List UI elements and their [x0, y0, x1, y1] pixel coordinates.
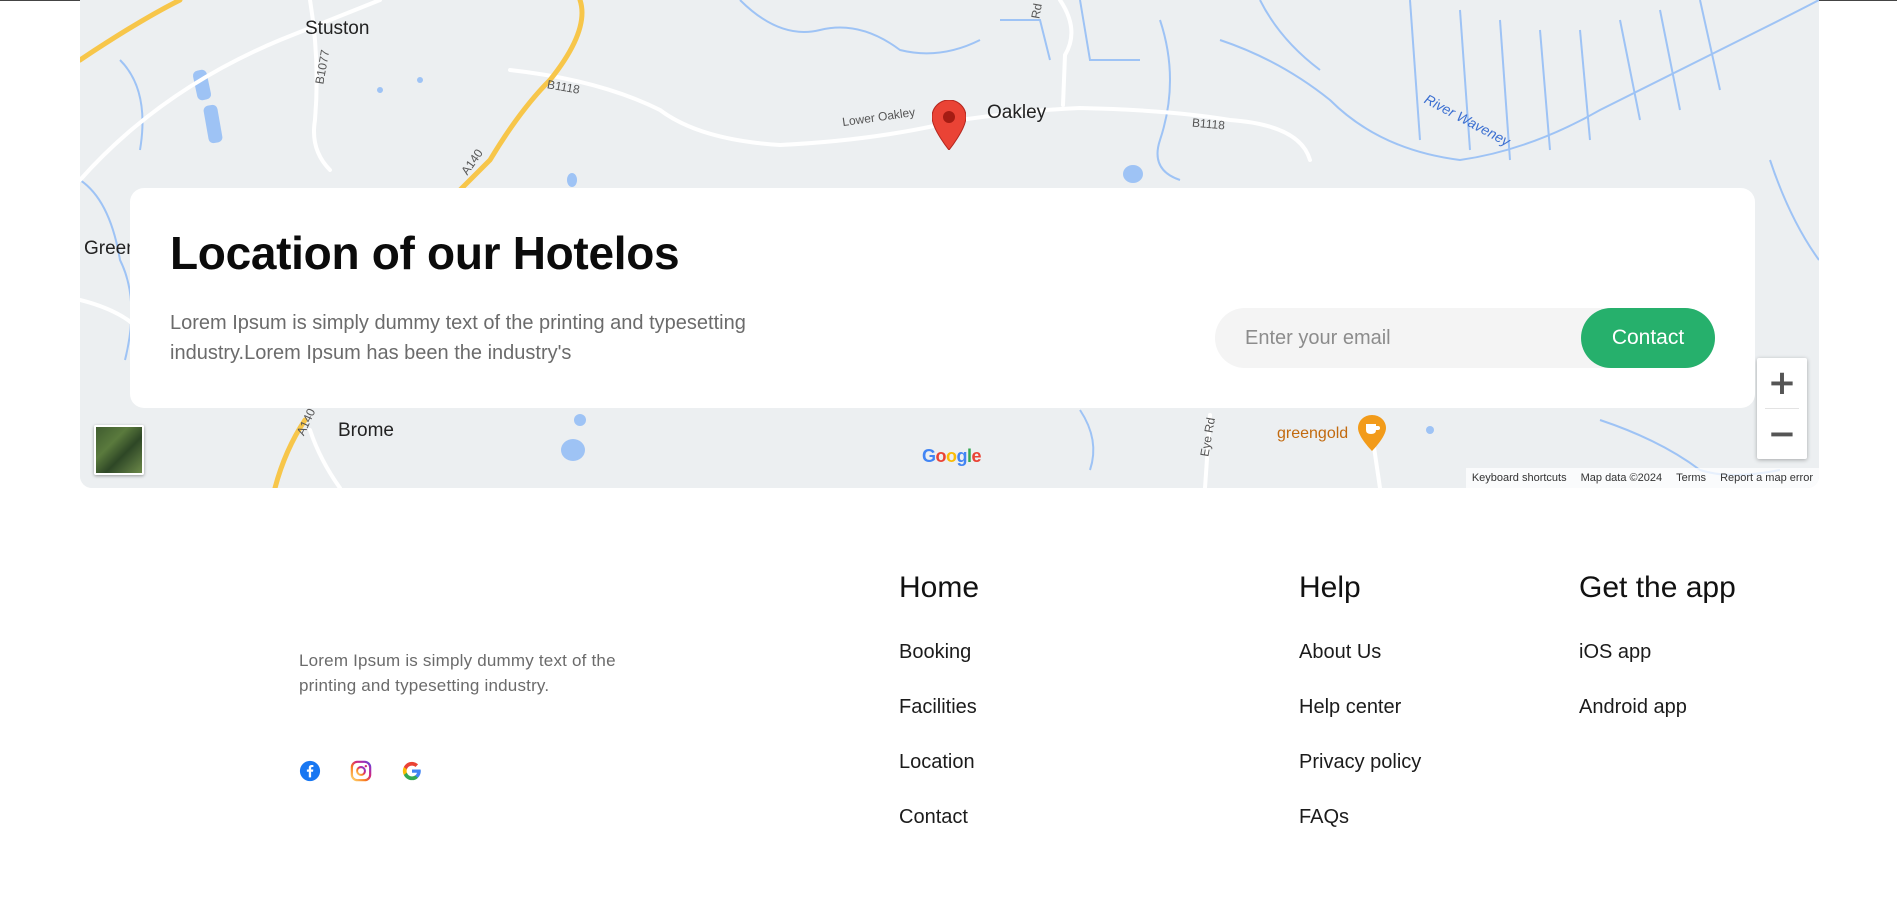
- place-label-green: Green: [84, 238, 137, 259]
- zoom-out-button[interactable]: −: [1757, 409, 1807, 459]
- footer-column-app: Get the app iOS app Android app: [1579, 566, 1736, 748]
- place-label-brome: Brome: [338, 420, 394, 441]
- contact-button[interactable]: Contact: [1581, 308, 1715, 368]
- email-form: Contact: [1215, 308, 1715, 368]
- zoom-control: + −: [1757, 358, 1807, 459]
- footer-heading-app: Get the app: [1579, 571, 1736, 604]
- social-links: [299, 760, 423, 782]
- footer-link-about-us[interactable]: About Us: [1299, 638, 1421, 693]
- location-description: Lorem Ipsum is simply dummy text of the …: [170, 312, 746, 364]
- place-label-stuston: Stuston: [305, 18, 370, 39]
- map-data-label: Map data ©2024: [1580, 472, 1663, 484]
- footer-link-location[interactable]: Location: [899, 748, 979, 803]
- instagram-icon[interactable]: [350, 760, 372, 782]
- road-label-rd: Rd: [1028, 2, 1045, 20]
- road-label-b1118-east: B1118: [1191, 115, 1226, 133]
- google-icon[interactable]: [401, 760, 423, 782]
- footer-link-help-center[interactable]: Help center: [1299, 693, 1421, 748]
- cafe-marker-icon[interactable]: [1358, 415, 1386, 451]
- location-title: Location of our Hotelos: [170, 227, 680, 279]
- report-error-link[interactable]: Report a map error: [1720, 472, 1813, 484]
- footer-link-faqs[interactable]: FAQs: [1299, 803, 1421, 858]
- terms-link[interactable]: Terms: [1676, 472, 1706, 484]
- footer-heading-help: Help: [1299, 571, 1361, 604]
- footer-link-privacy-policy[interactable]: Privacy policy: [1299, 748, 1421, 803]
- footer-description: Lorem Ipsum is simply dummy text of the …: [299, 651, 616, 695]
- keyboard-shortcuts-link[interactable]: Keyboard shortcuts: [1472, 472, 1567, 484]
- satellite-toggle[interactable]: [94, 425, 144, 475]
- footer-link-ios-app[interactable]: iOS app: [1579, 638, 1736, 693]
- footer-heading-home: Home: [899, 571, 980, 604]
- poi-label-greengold[interactable]: greengold: [1277, 425, 1348, 443]
- zoom-in-button[interactable]: +: [1757, 358, 1807, 408]
- footer-column-help: Help About Us Help center Privacy policy…: [1299, 566, 1421, 858]
- footer-link-booking[interactable]: Booking: [899, 638, 979, 693]
- email-input[interactable]: [1215, 308, 1575, 368]
- footer-link-contact[interactable]: Contact: [899, 803, 979, 858]
- map-attribution: Keyboard shortcuts Map data ©2024 Terms …: [1465, 468, 1819, 488]
- place-label-oakley: Oakley: [987, 102, 1047, 123]
- facebook-icon[interactable]: [299, 760, 321, 782]
- google-logo: Google: [922, 446, 982, 466]
- footer-column-home: Home Booking Facilities Location Contact: [899, 566, 979, 858]
- footer-link-facilities[interactable]: Facilities: [899, 693, 979, 748]
- footer-link-android-app[interactable]: Android app: [1579, 693, 1736, 748]
- location-pin-icon[interactable]: [932, 100, 966, 150]
- location-card: Location of our Hotelos Lorem Ipsum is s…: [130, 188, 1755, 408]
